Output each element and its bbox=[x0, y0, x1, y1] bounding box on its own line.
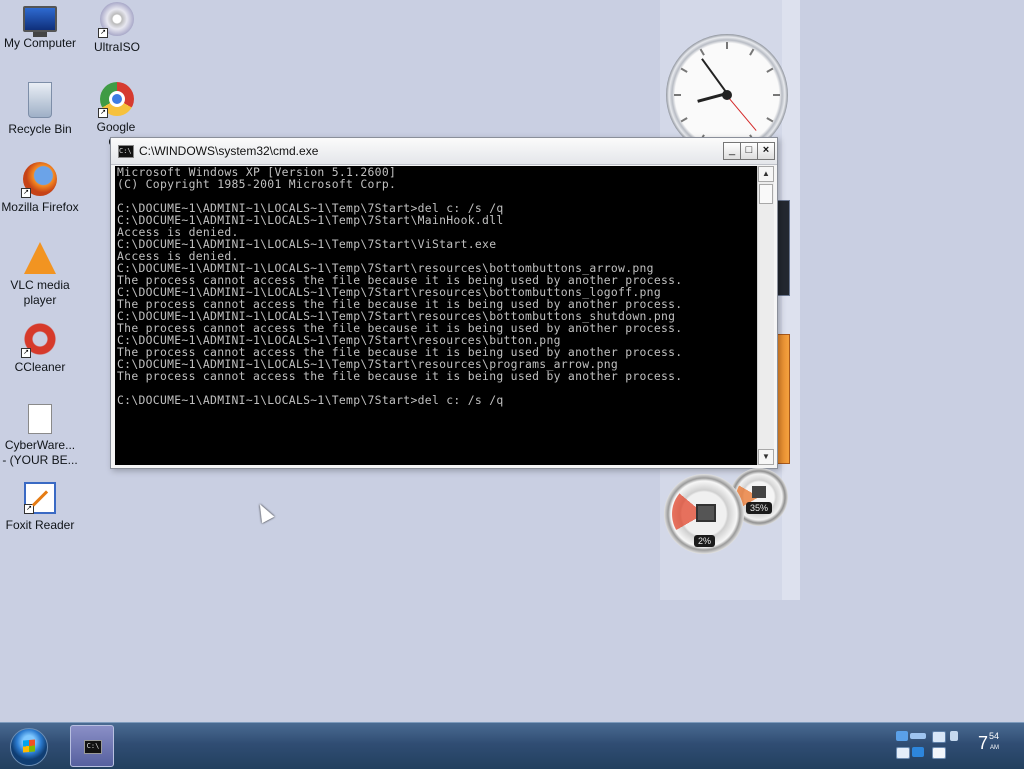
clock-tick bbox=[680, 117, 688, 123]
cmd-titlebar[interactable]: C:\ C:\WINDOWS\system32\cmd.exe _ □ × bbox=[111, 138, 777, 165]
taskbar: C:\ 7 54 AM bbox=[0, 722, 1024, 769]
desktop-icon-label: UltraISO bbox=[93, 40, 140, 54]
taskbar-item-cmd[interactable]: C:\ bbox=[70, 725, 114, 767]
cmd-icon: C:\ bbox=[84, 740, 102, 754]
clock-tick bbox=[726, 42, 728, 49]
vlc-icon bbox=[24, 242, 56, 274]
taskbar-clock[interactable]: 7 54 AM bbox=[978, 731, 999, 754]
my-computer-icon bbox=[23, 6, 57, 37]
clock-tick bbox=[674, 94, 681, 96]
cmd-title: C:\WINDOWS\system32\cmd.exe bbox=[139, 144, 319, 158]
clock-minute: 54 bbox=[989, 731, 1000, 741]
ultraiso-icon: ↗ bbox=[98, 2, 134, 38]
tray-chat-icon[interactable] bbox=[932, 747, 946, 759]
google-chrome-icon: ↗ bbox=[98, 82, 134, 118]
clock-tick bbox=[749, 48, 755, 56]
scroll-thumb[interactable] bbox=[759, 184, 773, 204]
desktop-icon-foxit-reader[interactable]: ↗ Foxit Reader bbox=[0, 482, 80, 533]
clock-ampm: AM bbox=[990, 745, 999, 751]
document-icon bbox=[28, 404, 52, 434]
desktop-icon-vlc[interactable]: VLC media player bbox=[0, 242, 80, 308]
desktop-icon-label: Recycle Bin bbox=[8, 122, 72, 136]
close-button[interactable]: × bbox=[757, 142, 775, 160]
desktop-icon-label: VLC media player bbox=[10, 278, 70, 307]
tray-volume-icon[interactable] bbox=[896, 747, 910, 759]
foxit-reader-icon: ↗ bbox=[24, 482, 56, 514]
clock-tick bbox=[680, 67, 688, 73]
tray-bar-icon[interactable] bbox=[910, 733, 926, 739]
ccleaner-icon: ↗ bbox=[21, 322, 57, 358]
desktop-icon-ultraiso[interactable]: ↗ UltraISO bbox=[77, 2, 157, 55]
minimize-button[interactable]: _ bbox=[723, 142, 741, 160]
desktop-icon-label: Mozilla Firefox bbox=[1, 200, 79, 214]
desktop-icon-label: CCleaner bbox=[14, 360, 66, 374]
clock-hour: 7 bbox=[978, 733, 989, 753]
cpu-percent: 2% bbox=[694, 535, 716, 547]
firefox-icon: ↗ bbox=[21, 162, 57, 198]
scroll-up-button[interactable]: ▲ bbox=[758, 166, 774, 182]
windows-logo-icon bbox=[23, 739, 35, 753]
clock-second-hand bbox=[726, 95, 757, 131]
tray-network-icon[interactable] bbox=[896, 731, 908, 741]
desktop-icon-ccleaner[interactable]: ↗ CCleaner bbox=[0, 322, 80, 375]
clock-tick bbox=[773, 94, 780, 96]
vertical-scrollbar[interactable]: ▲ ▼ bbox=[757, 166, 774, 465]
mouse-cursor bbox=[253, 500, 275, 524]
clock-tick bbox=[699, 48, 705, 56]
desktop-icon-label: My Computer bbox=[3, 36, 77, 50]
cmd-window[interactable]: C:\ C:\WINDOWS\system32\cmd.exe _ □ × Mi… bbox=[110, 137, 778, 469]
maximize-button[interactable]: □ bbox=[740, 142, 758, 160]
desktop-icon-cyberware-document[interactable]: CyberWare... - (YOUR BE... bbox=[0, 404, 80, 468]
clock-tick bbox=[766, 67, 774, 73]
cpu-chip-icon bbox=[696, 504, 716, 522]
memory-chip-icon bbox=[752, 486, 766, 498]
system-tray bbox=[894, 729, 974, 763]
cmd-icon: C:\ bbox=[118, 145, 134, 158]
scroll-down-button[interactable]: ▼ bbox=[758, 449, 774, 465]
start-button[interactable] bbox=[10, 728, 48, 766]
desktop-icon-label: Foxit Reader bbox=[5, 518, 75, 532]
clock-center bbox=[722, 90, 732, 100]
clock-tick bbox=[766, 117, 774, 123]
desktop-icon-label: CyberWare... - (YOUR BE... bbox=[2, 438, 78, 467]
tray-arrow-icon[interactable] bbox=[950, 731, 958, 741]
tray-monitor-icon[interactable] bbox=[932, 731, 946, 743]
cmd-console[interactable]: Microsoft Windows XP [Version 5.1.2600] … bbox=[115, 166, 757, 465]
desktop-icon-my-computer[interactable]: My Computer bbox=[0, 2, 80, 51]
desktop-icon-recycle-bin[interactable]: Recycle Bin bbox=[0, 82, 80, 137]
tray-battery-icon[interactable] bbox=[912, 747, 924, 757]
console-output: Microsoft Windows XP [Version 5.1.2600] … bbox=[117, 166, 683, 407]
desktop-icon-firefox[interactable]: ↗ Mozilla Firefox bbox=[0, 162, 80, 215]
recycle-bin-icon bbox=[28, 82, 52, 118]
memory-percent: 35% bbox=[746, 502, 773, 514]
